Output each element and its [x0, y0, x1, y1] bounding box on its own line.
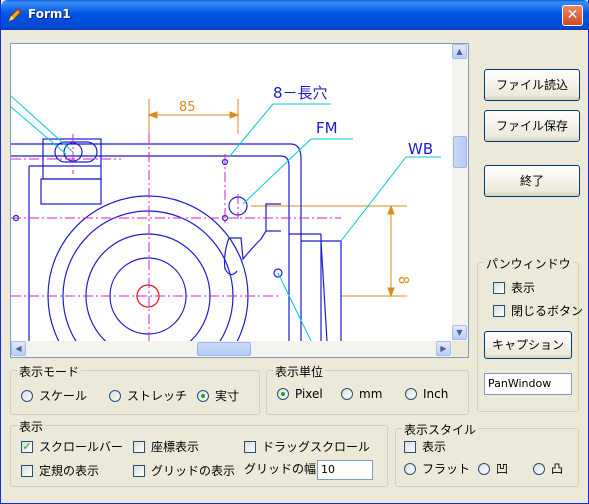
- style-show-label: 表示: [422, 440, 447, 454]
- drag-scroll-checkbox[interactable]: ドラッグスクロール: [244, 438, 370, 455]
- window-title: Form1: [28, 7, 71, 21]
- pan-show-label: 表示: [511, 281, 536, 295]
- grid-label: グリッドの表示: [151, 464, 236, 478]
- pan-window-title: パンウィンドウ: [484, 255, 573, 272]
- mode-actual-label: 実寸: [215, 389, 240, 403]
- mode-scale-circle[interactable]: [21, 389, 33, 402]
- grid-width-label: グリッドの幅: [244, 462, 317, 476]
- display-title: 表示: [17, 418, 46, 435]
- scroll-right-button[interactable]: ▶: [436, 341, 451, 356]
- scrollbar-box[interactable]: ✓: [21, 440, 33, 453]
- display-mode-title: 表示モード: [17, 363, 82, 380]
- unit-inch-label: Inch: [423, 387, 449, 401]
- label-8: 8: [395, 276, 410, 284]
- style-show-box[interactable]: [404, 440, 416, 453]
- mode-actual-circle[interactable]: [197, 389, 209, 402]
- mode-scale-radio[interactable]: スケール: [21, 387, 87, 404]
- style-flat-radio[interactable]: フラット: [404, 460, 470, 477]
- pencil-icon: [8, 8, 22, 22]
- style-raised-circle[interactable]: [533, 462, 545, 475]
- pan-close-button-box[interactable]: [493, 304, 505, 317]
- grid-width-input[interactable]: 10: [317, 460, 373, 480]
- display-group: 表示 ✓ スクロールバー 座標表示 ドラッグスクロール 定規の表示 グリッドの表…: [10, 418, 388, 487]
- unit-pixel-circle[interactable]: [277, 388, 289, 400]
- mode-stretch-label: ストレッチ: [127, 389, 188, 403]
- style-raised-label: 凸: [551, 462, 564, 476]
- coords-box[interactable]: [133, 440, 145, 453]
- style-flat-circle[interactable]: [404, 462, 416, 475]
- drag-scroll-label: ドラッグスクロール: [262, 440, 371, 454]
- coords-label: 座標表示: [151, 440, 200, 454]
- load-file-button[interactable]: ファイル読込: [484, 69, 580, 101]
- style-sunken-circle[interactable]: [478, 462, 490, 475]
- scroll-up-button[interactable]: ▲: [452, 44, 467, 59]
- style-flat-label: フラット: [422, 462, 471, 476]
- label-85: 85: [179, 100, 196, 115]
- scroll-down-button[interactable]: ▼: [452, 325, 467, 340]
- mode-stretch-circle[interactable]: [109, 389, 121, 402]
- unit-inch-circle[interactable]: [405, 388, 417, 400]
- scroll-corner: [452, 341, 468, 357]
- vertical-scroll-thumb[interactable]: [453, 136, 467, 168]
- label-fm: FM: [316, 119, 338, 137]
- display-unit-title: 表示単位: [273, 363, 326, 380]
- pan-show-box[interactable]: [493, 281, 505, 294]
- coords-checkbox[interactable]: 座標表示: [133, 438, 199, 455]
- main-window: Form1 ✕ 8－長穴 85 FM WB 8 ▲ ▼ ◀ ▶ ファイル読込 フ…: [0, 0, 589, 504]
- scroll-left-button[interactable]: ◀: [11, 341, 26, 356]
- unit-mm-radio[interactable]: mm: [341, 387, 382, 401]
- unit-mm-label: mm: [359, 387, 383, 401]
- unit-inch-radio[interactable]: Inch: [405, 387, 448, 401]
- horizontal-scrollbar[interactable]: ◀ ▶: [11, 341, 452, 357]
- grid-box[interactable]: [133, 464, 145, 477]
- display-style-group: 表示スタイル 表示 フラット 凹 凸: [395, 421, 579, 487]
- part-outline: [11, 138, 342, 341]
- scrollbar-checkbox[interactable]: ✓ スクロールバー: [21, 438, 123, 455]
- horizontal-scroll-thumb[interactable]: [197, 342, 251, 356]
- drag-scroll-box[interactable]: [244, 440, 256, 453]
- vertical-scrollbar[interactable]: ▲ ▼: [452, 44, 468, 341]
- unit-pixel-label: Pixel: [295, 387, 323, 401]
- save-file-button[interactable]: ファイル保存: [484, 110, 580, 142]
- caption-input[interactable]: PanWindow: [484, 373, 572, 395]
- pan-window-group: パンウィンドウ 表示 閉じるボタン キャプション PanWindow: [477, 255, 583, 412]
- mode-scale-label: スケール: [39, 389, 88, 403]
- style-sunken-radio[interactable]: 凹: [478, 460, 508, 477]
- scrollbar-label: スクロールバー: [39, 440, 124, 454]
- center-lines: [11, 134, 341, 341]
- regular-box[interactable]: [21, 464, 33, 477]
- drawing-viewer[interactable]: 8－長穴 85 FM WB 8 ▲ ▼ ◀ ▶: [10, 43, 469, 358]
- close-icon[interactable]: ✕: [562, 5, 583, 26]
- title-bar[interactable]: Form1 ✕: [1, 0, 589, 30]
- style-show-checkbox[interactable]: 表示: [404, 438, 446, 455]
- regular-label: 定規の表示: [39, 464, 100, 478]
- unit-mm-circle[interactable]: [341, 388, 353, 400]
- caption-button[interactable]: キャプション: [484, 331, 572, 359]
- label-8-slot: 8－長穴: [273, 84, 328, 102]
- cad-drawing: 8－長穴 85 FM WB 8: [11, 84, 441, 341]
- pan-close-button-label: 閉じるボタン: [511, 304, 584, 318]
- pan-show-checkbox[interactable]: 表示: [493, 279, 535, 296]
- drawing-canvas[interactable]: 8－長穴 85 FM WB 8: [11, 44, 452, 341]
- display-mode-group: 表示モード スケール ストレッチ 実寸: [10, 363, 260, 415]
- pan-close-button-checkbox[interactable]: 閉じるボタン: [493, 302, 583, 319]
- unit-pixel-radio[interactable]: Pixel: [277, 387, 323, 401]
- exit-button[interactable]: 終了: [484, 165, 580, 197]
- style-sunken-label: 凹: [496, 462, 509, 476]
- mode-actual-radio[interactable]: 実寸: [197, 387, 239, 404]
- mode-stretch-radio[interactable]: ストレッチ: [109, 387, 187, 404]
- dimension-lines: [147, 99, 407, 298]
- regular-checkbox[interactable]: 定規の表示: [21, 462, 99, 479]
- display-style-title: 表示スタイル: [402, 421, 479, 438]
- grid-checkbox[interactable]: グリッドの表示: [133, 462, 235, 479]
- style-raised-radio[interactable]: 凸: [533, 460, 563, 477]
- leader-lines: [11, 95, 441, 341]
- display-unit-group: 表示単位 Pixel mm Inch: [266, 363, 469, 415]
- label-wb: WB: [408, 140, 433, 158]
